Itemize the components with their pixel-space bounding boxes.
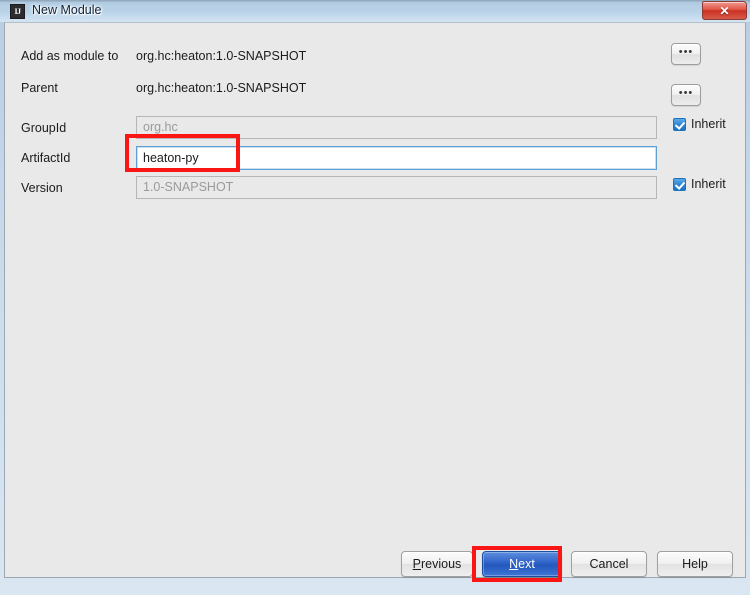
dialog-content: Add as module to org.hc:heaton:1.0-SNAPS… [5, 23, 745, 577]
group-id-input[interactable]: org.hc [136, 116, 657, 139]
checkbox-checked-icon [673, 117, 686, 131]
group-id-inherit-checkbox[interactable]: Inherit [673, 117, 726, 131]
add-as-module-to-label: Add as module to [21, 49, 119, 63]
artifact-id-input[interactable]: heaton-py [136, 146, 657, 170]
version-input[interactable]: 1.0-SNAPSHOT [136, 176, 657, 199]
app-icon-label: IJ [14, 6, 21, 16]
version-label: Version [21, 181, 63, 195]
version-inherit-checkbox[interactable]: Inherit [673, 177, 726, 191]
title-bar: IJ New Module ✕ [0, 0, 750, 22]
previous-button-label-after: revious [421, 557, 462, 571]
previous-button[interactable]: Previous [401, 551, 473, 577]
dialog-client-area: Add as module to org.hc:heaton:1.0-SNAPS… [4, 22, 746, 578]
next-button-mnemonic: N [509, 557, 519, 571]
group-id-label: GroupId [21, 121, 67, 135]
title-bar-gloss [0, 0, 750, 11]
window-title: New Module [32, 3, 102, 17]
help-button[interactable]: Help [657, 551, 733, 577]
artifact-id-label: ArtifactId [21, 151, 71, 165]
checkbox-checked-icon [673, 177, 686, 191]
intellij-idea-icon: IJ [10, 4, 25, 19]
parent-browse-button[interactable]: ••• [671, 84, 701, 106]
group-id-inherit-label: Inherit [691, 117, 726, 131]
close-button[interactable]: ✕ [702, 1, 747, 20]
close-icon: ✕ [719, 3, 730, 18]
add-as-module-to-browse-button[interactable]: ••• [671, 43, 701, 65]
next-button[interactable]: Next [482, 551, 562, 577]
new-module-dialog-window: IJ New Module ✕ Add as module to org.hc:… [0, 0, 750, 595]
parent-value: org.hc:heaton:1.0-SNAPSHOT [136, 81, 307, 95]
previous-button-mnemonic: P [412, 557, 422, 571]
version-inherit-label: Inherit [691, 177, 726, 191]
parent-label: Parent [21, 81, 58, 95]
add-as-module-to-value: org.hc:heaton:1.0-SNAPSHOT [136, 49, 307, 63]
next-button-label-after: ext [518, 557, 535, 571]
cancel-button[interactable]: Cancel [571, 551, 647, 577]
